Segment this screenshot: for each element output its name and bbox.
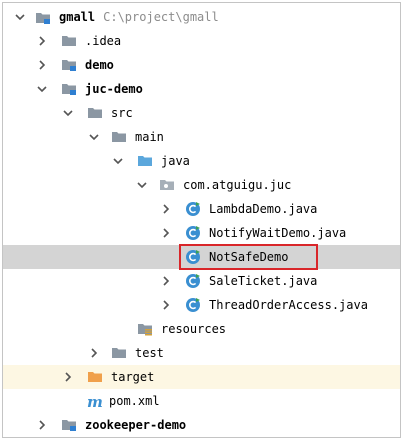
- chevron-down-icon[interactable]: [113, 156, 123, 166]
- chevron-right-icon[interactable]: [37, 420, 47, 430]
- tree-row-thread-order-access[interactable]: ThreadOrderAccess.java: [3, 293, 400, 317]
- chevron-right-icon[interactable]: [37, 36, 47, 46]
- tree-row-demo[interactable]: demo: [3, 53, 400, 77]
- tree-row-package[interactable]: com.atguigu.juc: [3, 173, 400, 197]
- tree-row-label: LambdaDemo.java: [209, 202, 318, 216]
- java-class-icon: [186, 298, 200, 312]
- tree-row-idea[interactable]: .idea: [3, 29, 400, 53]
- chevron-right-icon[interactable]: [63, 372, 73, 382]
- chevron-right-icon[interactable]: [161, 300, 171, 310]
- java-class-icon: [186, 274, 200, 288]
- tree-row-label: com.atguigu.juc: [183, 178, 292, 192]
- folder-icon: [62, 36, 76, 46]
- tree-row-juc-demo[interactable]: juc-demo: [3, 77, 400, 101]
- chevron-right-icon[interactable]: [161, 204, 171, 214]
- tree-row-lambda-demo[interactable]: LambdaDemo.java: [3, 197, 400, 221]
- module-folder-icon: [36, 13, 50, 24]
- tree-row-label: main: [135, 130, 164, 144]
- source-folder-icon: [138, 156, 152, 166]
- tree-row-not-safe-demo[interactable]: NotSafeDemo: [3, 245, 400, 269]
- tree-row-resources[interactable]: resources: [3, 317, 400, 341]
- chevron-right-icon[interactable]: [161, 276, 171, 286]
- tree-row-label: ThreadOrderAccess.java: [209, 298, 368, 312]
- chevron-down-icon[interactable]: [89, 132, 99, 142]
- java-class-icon: [186, 226, 200, 240]
- svg-text:m: m: [87, 393, 103, 409]
- java-class-icon: [186, 202, 200, 216]
- tree-row-label: NotifyWaitDemo.java: [209, 226, 347, 240]
- tree-row-label: .idea: [85, 34, 122, 48]
- tree-row-label: pom.xml: [109, 394, 160, 408]
- folder-icon: [112, 348, 126, 358]
- tree-row-label: juc-demo: [85, 82, 143, 96]
- chevron-down-icon[interactable]: [15, 12, 25, 22]
- tree-row-label: NotSafeDemo: [209, 250, 289, 264]
- chevron-down-icon[interactable]: [37, 84, 47, 94]
- excluded-folder-icon: [88, 372, 102, 382]
- tree-row-notify-wait-demo[interactable]: NotifyWaitDemo.java: [3, 221, 400, 245]
- tree-row-label: target: [111, 370, 155, 384]
- module-folder-icon: [62, 420, 76, 431]
- tree-row-src[interactable]: src: [3, 101, 400, 125]
- module-folder-icon: [62, 60, 76, 71]
- chevron-right-icon[interactable]: [161, 228, 171, 238]
- tree-row-test[interactable]: test: [3, 341, 400, 365]
- tree-row-label: demo: [85, 58, 114, 72]
- chevron-right-icon[interactable]: [37, 60, 47, 70]
- tree-row-zookeeper-demo[interactable]: zookeeper-demo: [3, 413, 400, 437]
- folder-icon: [112, 132, 126, 142]
- tree-row-java[interactable]: java: [3, 149, 400, 173]
- tree-row-label: SaleTicket.java: [209, 274, 318, 288]
- tree-row-label: test: [135, 346, 164, 360]
- folder-icon: [88, 108, 102, 118]
- chevron-right-icon[interactable]: [89, 348, 99, 358]
- tree-row-label: src: [111, 106, 133, 120]
- tree-row-target[interactable]: target: [3, 365, 400, 389]
- java-class-icon: [186, 250, 200, 264]
- package-icon: [160, 180, 174, 190]
- tree-row-label: zookeeper-demo: [85, 418, 187, 432]
- tree-row-main[interactable]: main: [3, 125, 400, 149]
- tree-row-label: resources: [161, 322, 227, 336]
- tree-row-gmall[interactable]: gmall C:\project\gmall: [3, 5, 400, 29]
- tree-row-label: gmall C:\project\gmall: [59, 10, 219, 24]
- maven-icon: m: [87, 393, 103, 409]
- module-folder-icon: [62, 84, 76, 95]
- project-tree-panel: gmall C:\project\gmall .idea demo juc-dem…: [2, 2, 401, 438]
- tree-row-pom[interactable]: m pom.xml: [3, 389, 400, 413]
- tree-row-label: java: [161, 154, 190, 168]
- resources-folder-icon: [138, 324, 152, 336]
- chevron-down-icon[interactable]: [137, 180, 147, 190]
- tree-row-sale-ticket[interactable]: SaleTicket.java: [3, 269, 400, 293]
- chevron-down-icon[interactable]: [63, 108, 73, 118]
